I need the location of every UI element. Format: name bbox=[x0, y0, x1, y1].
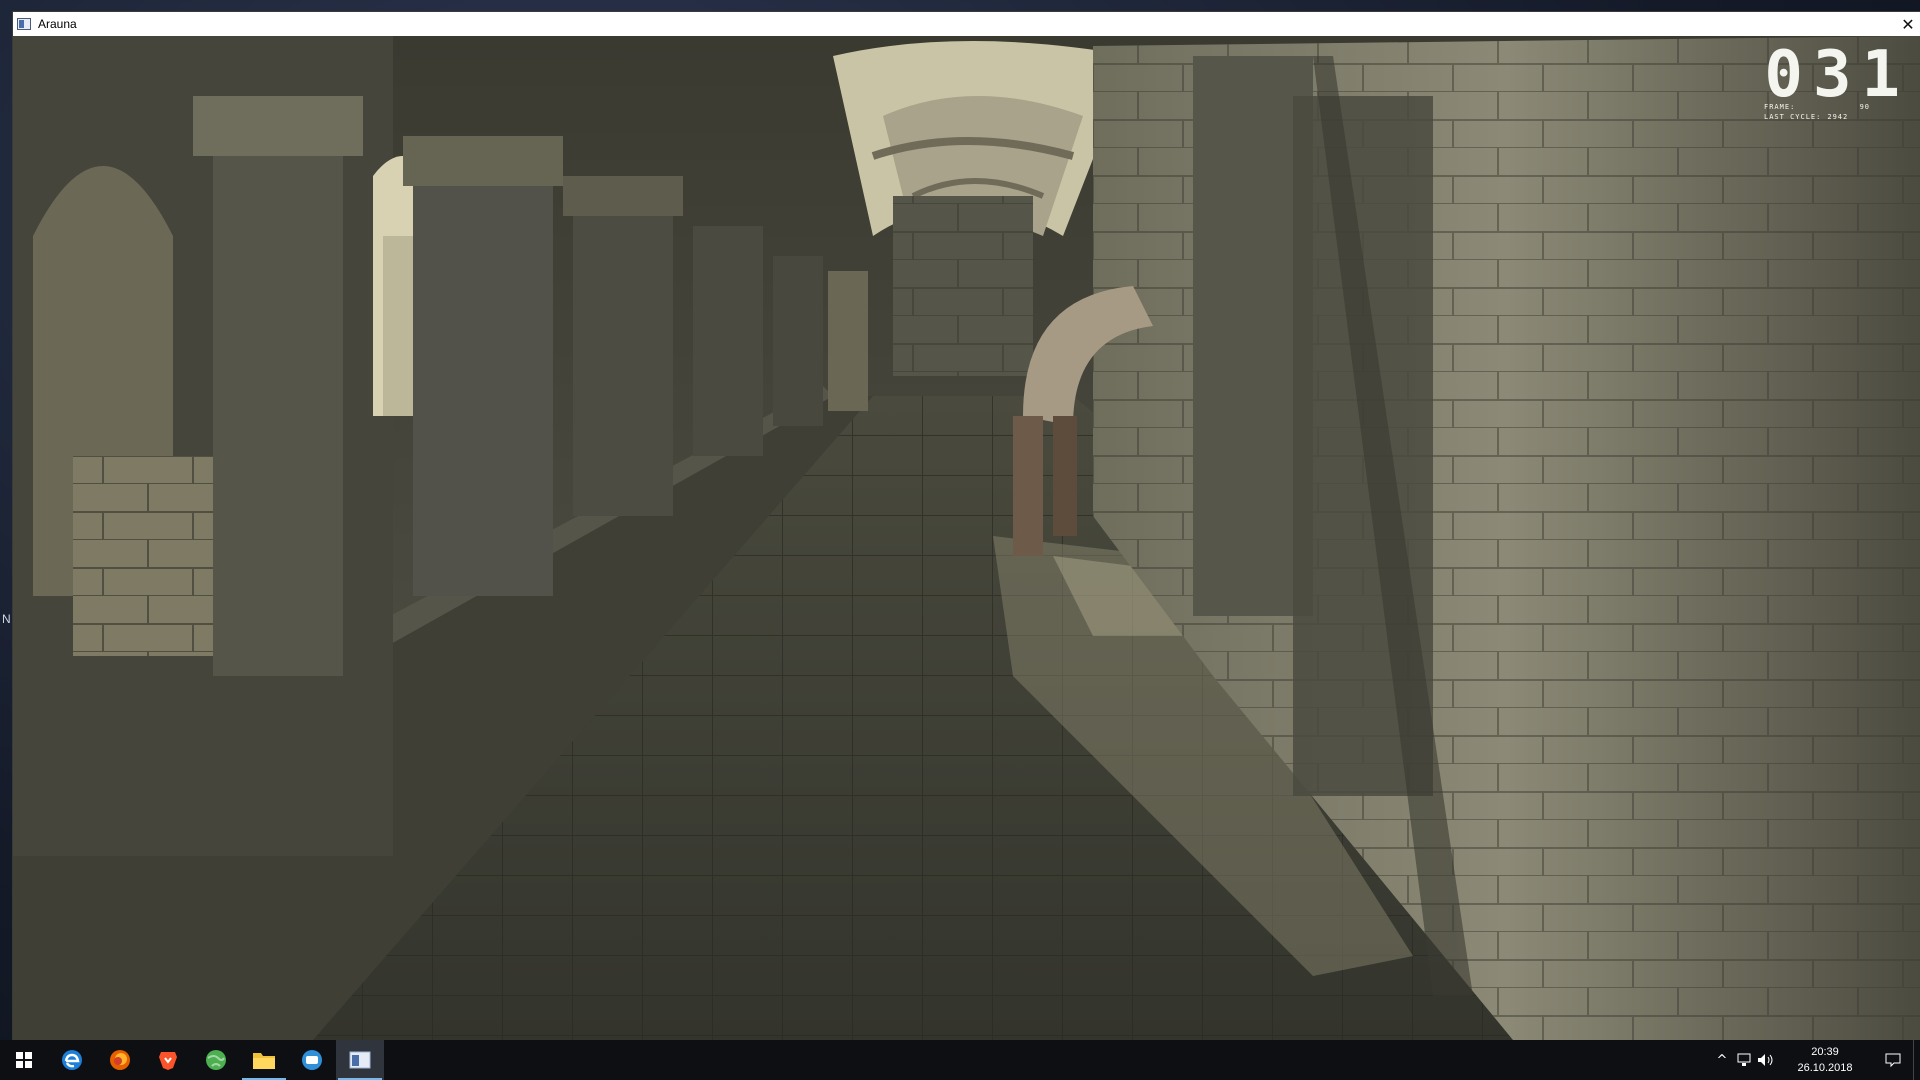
start-button[interactable] bbox=[0, 1040, 48, 1080]
notification-icon bbox=[1885, 1053, 1901, 1068]
render-viewport[interactable]: 031 FRAME: 90 LAST CYCLE: 2942 bbox=[13, 36, 1920, 1040]
hud-cycle-row: LAST CYCLE: 2942 bbox=[1764, 112, 1910, 122]
taskbar-edge[interactable] bbox=[48, 1040, 96, 1080]
hud-counter: 031 bbox=[1764, 38, 1910, 112]
show-desktop-button[interactable] bbox=[1913, 1040, 1920, 1080]
taskbar-arauna[interactable] bbox=[336, 1040, 384, 1080]
rendered-corridor-scene bbox=[13, 36, 1920, 1040]
taskbar-file-explorer[interactable] bbox=[240, 1040, 288, 1080]
windows-logo-icon bbox=[16, 1052, 32, 1068]
taskbar-chat[interactable] bbox=[288, 1040, 336, 1080]
desktop-edge-glyph: N bbox=[2, 612, 11, 626]
window-title: Arauna bbox=[38, 17, 77, 31]
taskbar-globe[interactable] bbox=[192, 1040, 240, 1080]
edge-icon bbox=[62, 1050, 82, 1070]
system-tray: ^ 20:39 26.10.2018 bbox=[1711, 1040, 1920, 1080]
taskbar-brave[interactable] bbox=[144, 1040, 192, 1080]
hud-frame-value: 90 bbox=[1859, 103, 1870, 111]
window-titlebar[interactable]: Arauna ✕ bbox=[13, 12, 1920, 36]
taskbar-clock[interactable]: 20:39 26.10.2018 bbox=[1785, 1044, 1865, 1076]
hud-cycle-value: 2942 bbox=[1827, 113, 1849, 121]
hud-cycle-label: LAST CYCLE: bbox=[1764, 113, 1822, 121]
window-app-icon bbox=[17, 18, 31, 30]
taskbar-firefox[interactable] bbox=[96, 1040, 144, 1080]
clock-time: 20:39 bbox=[1811, 1046, 1839, 1058]
network-icon[interactable] bbox=[1733, 1040, 1755, 1080]
tray-chevron-icon[interactable]: ^ bbox=[1711, 1040, 1733, 1080]
volume-icon[interactable] bbox=[1755, 1040, 1777, 1080]
hud-frame-label: FRAME: bbox=[1764, 103, 1796, 111]
window-close-button[interactable]: ✕ bbox=[1896, 12, 1920, 36]
clock-date: 26.10.2018 bbox=[1797, 1062, 1853, 1074]
firefox-icon bbox=[110, 1050, 130, 1070]
folder-icon bbox=[253, 1053, 275, 1069]
window-app-icon bbox=[349, 1051, 371, 1069]
brave-icon bbox=[159, 1052, 177, 1070]
chat-icon bbox=[302, 1050, 322, 1070]
hud-overlay: 031 FRAME: 90 LAST CYCLE: 2942 bbox=[1760, 38, 1910, 122]
arauna-window: Arauna ✕ 031 FRAME: 90 LAST CYCLE: 2942 bbox=[13, 12, 1920, 1040]
notification-center-button[interactable] bbox=[1873, 1040, 1913, 1080]
globe-icon bbox=[206, 1050, 226, 1070]
taskbar: ^ 20:39 26.10.2018 bbox=[0, 1040, 1920, 1080]
